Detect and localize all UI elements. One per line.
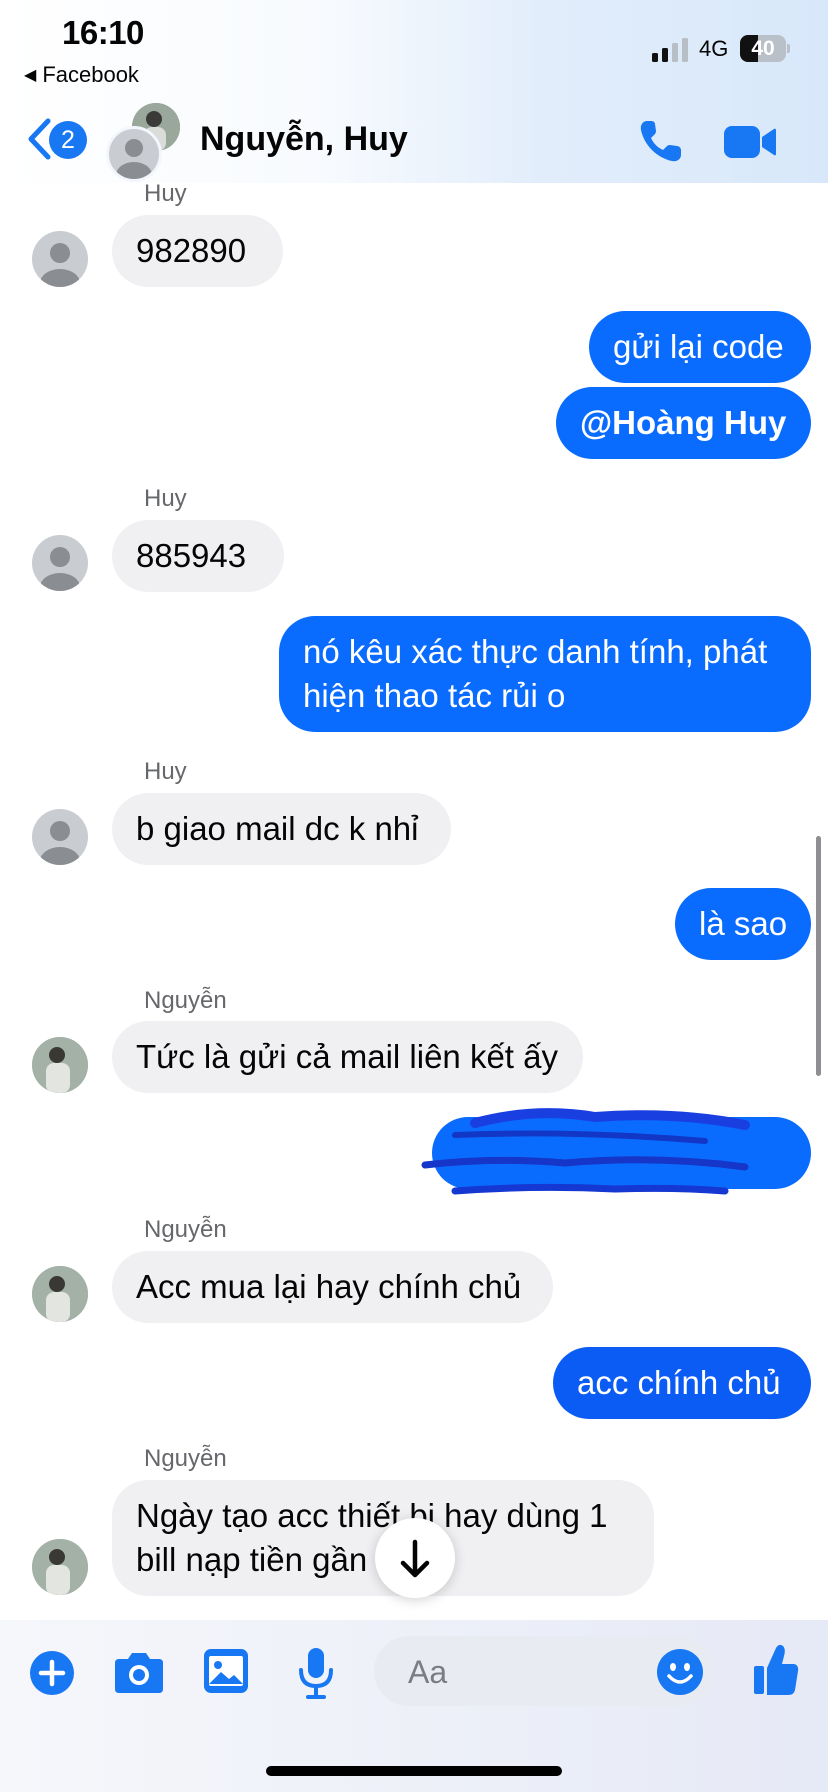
battery-icon: 40 <box>740 35 790 62</box>
avatar[interactable] <box>32 1266 88 1322</box>
message-line: nó kêu xác thực danh tính, phát <box>303 633 768 670</box>
sender-name: Huy <box>144 180 187 207</box>
outgoing-message[interactable]: acc chính chủ <box>553 1347 811 1419</box>
unread-badge: 2 <box>49 121 87 159</box>
image-gallery-icon[interactable] <box>203 1648 249 1694</box>
back-app-label: Facebook <box>42 62 139 87</box>
chat-title[interactable]: Nguyễn, Huy <box>200 120 408 159</box>
back-to-app-link[interactable]: ◀ Facebook <box>24 62 139 88</box>
outgoing-message[interactable]: nó kêu xác thực danh tính, phát hiện tha… <box>279 616 811 732</box>
phone-icon[interactable] <box>637 117 685 165</box>
thumbs-up-icon[interactable] <box>752 1642 800 1698</box>
sender-name: Nguyễn <box>144 1216 227 1243</box>
chat-header: 16:10 ◀ Facebook 4G 40 2 Nguyễn, Huy <box>0 0 828 183</box>
sender-name: Nguyễn <box>144 1445 227 1472</box>
home-indicator <box>266 1766 562 1776</box>
redaction-scribble <box>421 1108 750 1195</box>
scroll-to-bottom-button[interactable] <box>375 1518 455 1598</box>
sender-name: Huy <box>144 485 187 512</box>
messenger-chat-screen: 16:10 ◀ Facebook 4G 40 2 Nguyễn, Huy Huy… <box>0 0 828 1792</box>
sender-name: Huy <box>144 758 187 785</box>
avatar[interactable] <box>32 1037 88 1093</box>
back-triangle-icon: ◀ <box>24 67 37 84</box>
incoming-message[interactable]: b giao mail dc k nhỉ <box>112 793 451 865</box>
group-avatar-default[interactable] <box>106 126 162 182</box>
incoming-message[interactable]: 885943 <box>112 520 284 592</box>
emoji-icon[interactable] <box>656 1648 704 1696</box>
avatar[interactable] <box>32 1539 88 1595</box>
network-type: 4G <box>699 36 729 61</box>
arrow-down-icon <box>400 1539 430 1578</box>
incoming-message[interactable]: Tức là gửi cả mail liên kết ấy <box>112 1021 583 1093</box>
status-time: 16:10 <box>62 14 144 51</box>
battery-percent: 40 <box>751 37 775 60</box>
sender-name: Nguyễn <box>144 987 227 1014</box>
message-line: hiện thao tác rủi o <box>303 677 566 714</box>
avatar[interactable] <box>32 535 88 591</box>
avatar[interactable] <box>32 809 88 865</box>
outgoing-message[interactable]: là sao <box>675 888 811 960</box>
outgoing-message-mention[interactable]: @Hoàng Huy <box>556 387 811 459</box>
plus-circle-icon[interactable] <box>29 1650 75 1696</box>
microphone-icon[interactable] <box>296 1646 336 1700</box>
message-input[interactable] <box>406 1636 670 1708</box>
camera-icon[interactable] <box>114 1650 164 1694</box>
avatar[interactable] <box>32 231 88 287</box>
incoming-message[interactable]: 982890 <box>112 215 283 287</box>
outgoing-message[interactable]: gửi lại code <box>589 311 811 383</box>
incoming-message[interactable]: Acc mua lại hay chính chủ <box>112 1251 553 1323</box>
video-camera-icon[interactable] <box>722 120 778 164</box>
signal-icon <box>652 38 688 62</box>
scroll-indicator[interactable] <box>816 836 821 1076</box>
